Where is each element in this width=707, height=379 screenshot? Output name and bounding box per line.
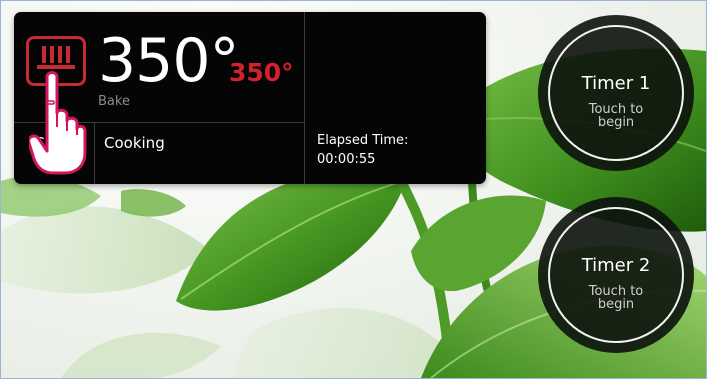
oven-touchscreen: 350° 350° Bake C Cooking Elapsed Time: 0… (0, 0, 707, 379)
panel-divider-small (94, 122, 95, 184)
hand-pointer-icon (29, 71, 87, 175)
timer-2-button[interactable]: Timer 2 Touch to begin (538, 197, 694, 353)
elapsed-time-label: Elapsed Time: (317, 133, 409, 148)
cooking-status: Cooking (104, 134, 165, 152)
timer-prompt: Touch to begin (588, 284, 644, 312)
set-temperature: 350° (229, 58, 294, 87)
timer-name: Timer 2 (581, 255, 651, 276)
timer-prompt: Touch to begin (588, 102, 644, 130)
current-temperature: 350° (98, 26, 240, 96)
panel-divider-vertical (304, 12, 305, 184)
timer-name: Timer 1 (581, 73, 651, 94)
timer-1-button[interactable]: Timer 1 Touch to begin (538, 15, 694, 171)
elapsed-time-value: 00:00:55 (317, 152, 376, 167)
cooking-mode-label: Bake (98, 94, 130, 109)
